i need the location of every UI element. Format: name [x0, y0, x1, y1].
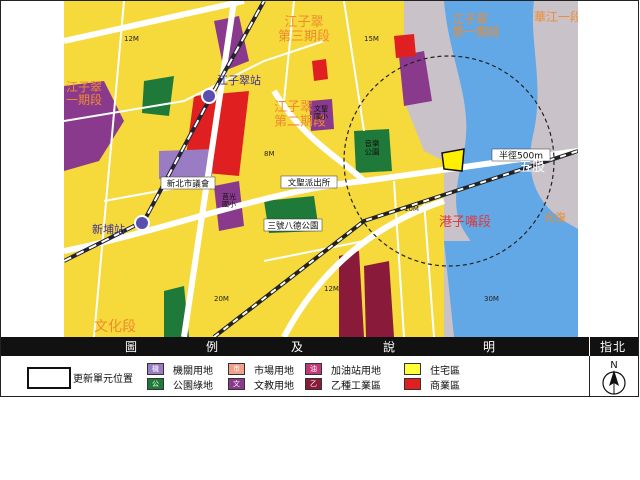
road-tag: 20M — [214, 295, 229, 303]
legend-title-char: 說 — [383, 340, 397, 354]
legend-swatch: 文 — [228, 378, 245, 390]
road-tag: 30M — [484, 295, 499, 303]
legend-swatch: 油 — [305, 363, 322, 375]
legend-label: 乙種工業區 — [331, 381, 381, 392]
legend-label: 機關用地 — [173, 366, 213, 377]
district-jiangcui-3-line: 第三期段 — [278, 29, 330, 44]
swatch-abbr: 文 — [233, 380, 240, 388]
swatch-abbr: 公 — [152, 380, 159, 388]
legend-swatch: 市 — [228, 363, 245, 375]
label-wensheng-police: 文聖派出所 — [288, 178, 331, 189]
label-wensheng-school-line: 文聖 — [314, 104, 328, 113]
jiangcui-station-icon — [201, 88, 217, 104]
legend-swatch: 機 — [147, 363, 164, 375]
river-basin — [444, 241, 534, 337]
legend-label: 加油站用地 — [331, 366, 381, 377]
industrial-b2 — [364, 261, 394, 337]
xinpu-station-icon — [134, 215, 150, 231]
district-wenhua: 文化段 — [94, 319, 136, 335]
label-fuguang-school-line: 莒光 — [222, 192, 236, 201]
label-fuguang-school: 莒光國小 — [222, 192, 236, 209]
label-music-park: 音樂公園 — [365, 138, 380, 156]
district-jiangcui-west-line: 一期段 — [66, 92, 102, 107]
swatch-abbr: 油 — [310, 365, 317, 373]
compass-title: 指北 — [600, 340, 627, 354]
legend-title-bar: 圖 例 及 說 明 — [1, 337, 589, 356]
road-tag: 15M — [364, 35, 379, 43]
swatch-abbr: 機 — [152, 365, 159, 373]
label-jiangcui-station: 江子翠站 — [217, 73, 261, 87]
district-huajiang: 華江一段 — [534, 9, 578, 24]
label-fuguang-school-line: 國小 — [222, 200, 236, 209]
road-tag: 12M — [124, 35, 139, 43]
legend-label: 市場用地 — [254, 366, 294, 377]
district-wugu: 五股 — [519, 160, 545, 175]
label-park-3-8: 三號八德公園 — [267, 221, 318, 232]
label-xinpu-station: 新埔站 — [92, 222, 125, 236]
legend-swatch — [404, 378, 421, 390]
legend: 更新單元位置 機 機關用地 市 市場用地 油 加油站用地 住宅區 公 公園綠地 … — [1, 356, 589, 396]
legend-label: 商業區 — [430, 381, 460, 392]
compass-icon: N — [602, 360, 626, 395]
north-letter: N — [610, 360, 617, 371]
park-north — [142, 76, 174, 116]
legend-title-char: 及 — [291, 340, 305, 354]
north-arrow: N — [589, 356, 638, 396]
district-jiangcui-2-line: 江子翠 — [274, 100, 313, 115]
compass-title-bar: 指北 — [589, 337, 638, 356]
label-council: 新北市議會 — [167, 179, 210, 190]
district-jiangcui-west: 江子翠一期段 — [66, 80, 102, 107]
district-jiangcui-ne-line: 第一期段 — [452, 24, 500, 39]
road-tag: 12M — [324, 285, 339, 293]
legend-label: 文教用地 — [254, 381, 294, 392]
legend-title-char: 例 — [206, 340, 220, 354]
update-unit-swatch — [27, 367, 71, 389]
swatch-abbr: 乙 — [310, 380, 317, 388]
map-figure: 半徑500m 江子翠第三期段 江子翠一期段 江子翠第二期段 江子翠第一期段 港子… — [0, 0, 639, 397]
road-tag: 8M — [264, 150, 275, 158]
commercial-n — [312, 59, 328, 81]
commercial-ne — [394, 34, 416, 58]
update-unit-marker — [441, 148, 465, 172]
district-jiangcui-3-line: 江子翠 — [284, 15, 323, 30]
legend-label: 住宅區 — [430, 366, 460, 377]
swatch-abbr: 市 — [233, 365, 240, 373]
legend-title-char: 圖 — [125, 340, 139, 354]
district-jiangcui-3: 江子翠第三期段 — [278, 15, 330, 44]
update-unit-label: 更新單元位置 — [73, 374, 133, 385]
label-wensheng-school-line: 國小 — [314, 112, 328, 121]
land-use-map: 半徑500m 江子翠第三期段 江子翠一期段 江子翠第二期段 江子翠第一期段 港子… — [64, 1, 578, 337]
legend-label: 公園綠地 — [173, 381, 213, 392]
road-tag: 10M — [404, 205, 419, 213]
district-jiangcui-ne-line: 江子翠 — [452, 12, 488, 26]
district-gangzipu: 港子嘴段 — [439, 215, 491, 230]
legend-swatch: 公 — [147, 378, 164, 390]
legend-title-char: 明 — [483, 340, 497, 354]
legend-swatch — [404, 363, 421, 375]
label-wensheng-school: 文聖國小 — [314, 104, 328, 121]
district-guangfu: 光復 — [544, 210, 566, 224]
legend-swatch: 乙 — [305, 378, 322, 390]
district-jiangcui-west-line: 江子翠 — [66, 80, 102, 94]
label-music-park-line: 公園 — [365, 147, 380, 156]
